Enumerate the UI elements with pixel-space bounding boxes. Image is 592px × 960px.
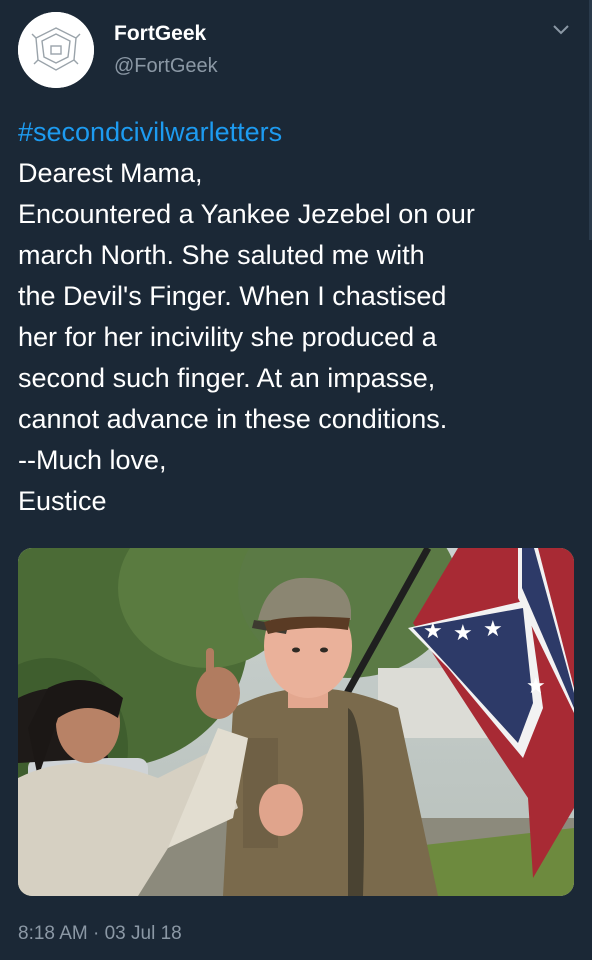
avatar[interactable] <box>18 12 94 88</box>
svg-text:★: ★ <box>526 674 546 699</box>
tweet-line: Encountered a Yankee Jezebel on our <box>18 199 475 229</box>
tweet-line: Eustice <box>18 486 107 516</box>
tweet-line: march North. She saluted me with <box>18 240 425 270</box>
svg-text:★: ★ <box>423 619 443 644</box>
tweet-body: #secondcivilwarletters Dearest Mama, Enc… <box>18 112 578 522</box>
fort-outline-icon <box>18 12 94 88</box>
tweet-line: her for her incivility she produced a <box>18 322 437 352</box>
photo-illustration: ★ ★ ★ ★ <box>18 548 574 896</box>
display-name[interactable]: FortGeek <box>114 22 206 46</box>
tweet-line: Dearest Mama, <box>18 158 203 188</box>
tweet-timestamp[interactable]: 8:18 AM · 03 Jul 18 <box>18 923 182 945</box>
svg-text:★: ★ <box>453 621 473 646</box>
tweet-line: --Much love, <box>18 445 167 475</box>
tweet-line: the Devil's Finger. When I chastised <box>18 281 447 311</box>
hashtag-link[interactable]: #secondcivilwarletters <box>18 112 578 153</box>
svg-text:★: ★ <box>483 617 503 642</box>
tweet-line: second such finger. At an impasse, <box>18 363 436 393</box>
tweet-header: FortGeek @FortGeek <box>18 10 574 88</box>
chevron-down-icon[interactable] <box>552 24 570 36</box>
tweet-photo[interactable]: ★ ★ ★ ★ <box>18 548 574 896</box>
tweet-line: cannot advance in these conditions. <box>18 404 448 434</box>
user-handle[interactable]: @FortGeek <box>114 55 218 78</box>
